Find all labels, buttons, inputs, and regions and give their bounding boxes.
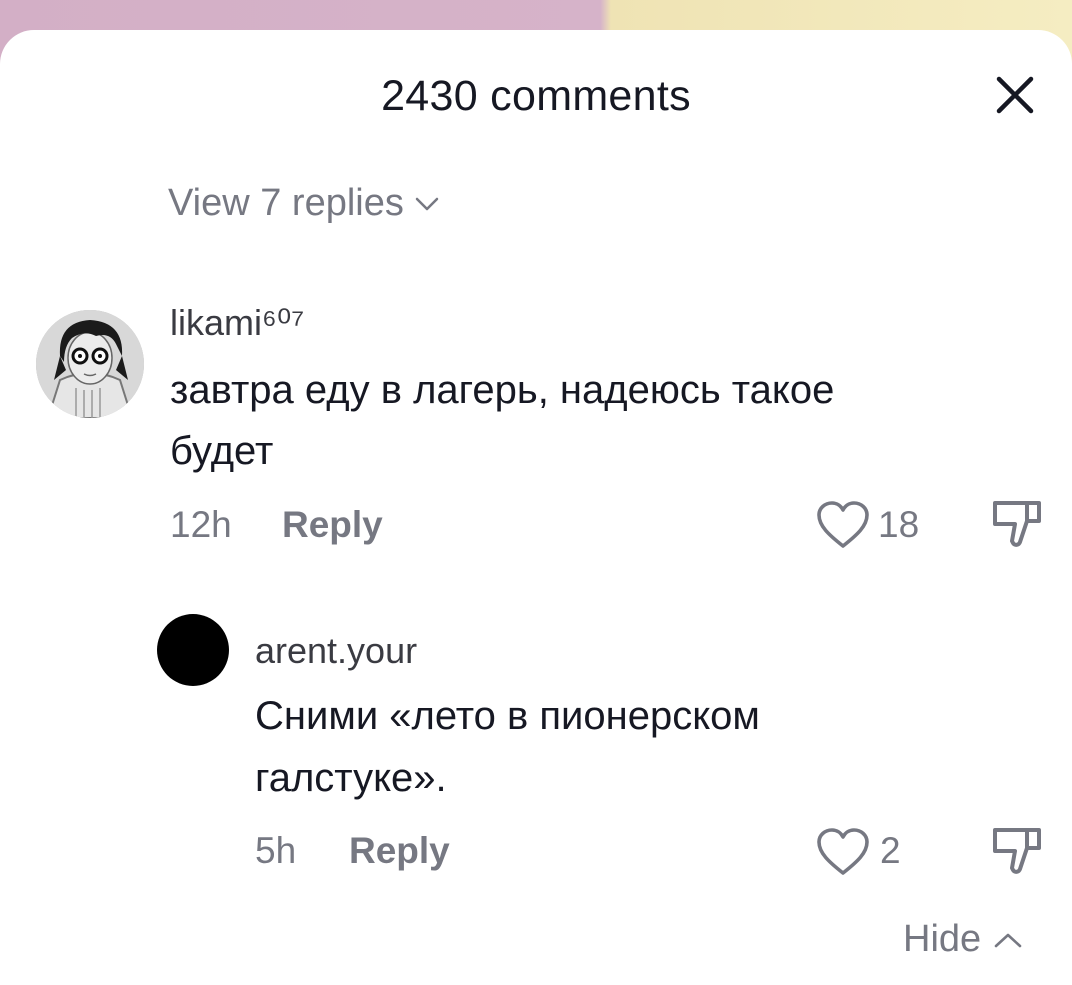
heart-icon[interactable]: [815, 500, 871, 555]
avatar[interactable]: [157, 614, 229, 686]
close-icon[interactable]: [990, 70, 1040, 120]
comment-timestamp: 12h: [170, 504, 232, 545]
comment-username[interactable]: arent.your: [255, 630, 417, 672]
view-replies-button[interactable]: View 7 replies: [168, 182, 440, 225]
dislike-icon[interactable]: [990, 825, 1044, 882]
avatar[interactable]: [36, 310, 144, 418]
comment-timestamp: 5h: [255, 830, 297, 871]
chevron-down-icon: [415, 197, 439, 210]
comment-text-line: Сними «лето в пионерском: [255, 694, 760, 738]
like-count: 18: [878, 504, 920, 545]
dislike-icon[interactable]: [990, 498, 1044, 555]
comments-sheet: 2430 comments View 7 replies likami⁶⁰⁷ з…: [0, 30, 1072, 985]
comment-text-line: завтра еду в лагерь, надеюсь такое: [170, 368, 835, 412]
reply-button[interactable]: Reply: [282, 504, 383, 546]
like-count: 2: [880, 830, 901, 871]
reply-button[interactable]: Reply: [349, 830, 450, 872]
comments-count-title: 2430 comments: [381, 72, 691, 120]
view-replies-label: View 7 replies: [168, 182, 404, 224]
comment-text-line: галстуке».: [255, 756, 447, 800]
comment-text-line: будет: [170, 429, 274, 473]
comment-username[interactable]: likami⁶⁰⁷: [170, 302, 304, 344]
chevron-up-icon: [994, 933, 1022, 947]
heart-icon[interactable]: [815, 827, 871, 882]
hide-replies-button[interactable]: Hide: [903, 918, 1023, 961]
hide-label: Hide: [903, 918, 982, 960]
